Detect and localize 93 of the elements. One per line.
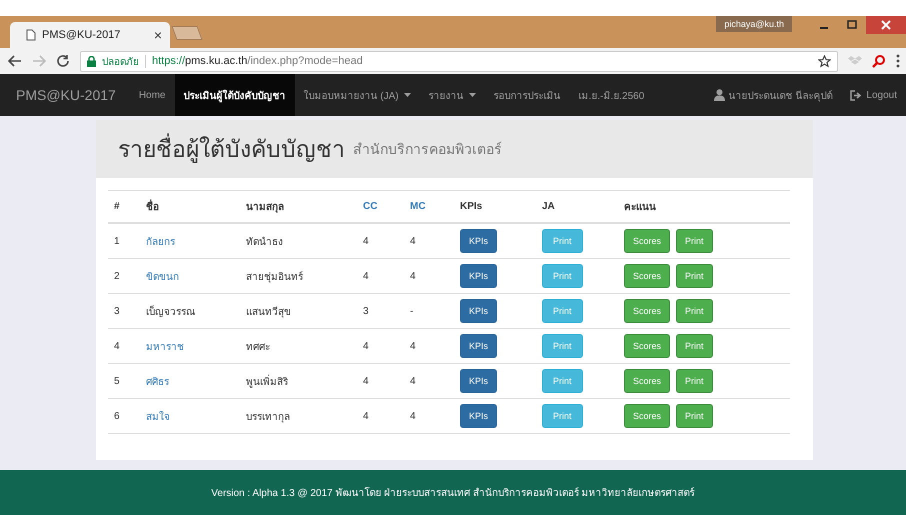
table-cell: 1 <box>108 223 140 258</box>
nav-item[interactable]: รายงาน <box>420 74 485 116</box>
caret-icon <box>404 93 411 97</box>
column-header[interactable]: MC <box>404 190 454 223</box>
table-cell: 6 <box>108 398 140 434</box>
table-cell: 4 <box>357 328 404 364</box>
table-cell: ทัดนำธง <box>240 223 357 258</box>
browser-tab[interactable]: PMS@KU-2017 × <box>10 22 170 48</box>
table-cell: 4 <box>357 223 404 258</box>
kpis-button[interactable]: KPIs <box>460 404 498 428</box>
print-button[interactable]: Print <box>542 404 583 428</box>
nav-item[interactable]: รอบการประเมิน <box>484 74 570 116</box>
nav-item[interactable]: เม.ย.-มิ.ย.2560 <box>570 74 654 116</box>
menu-icon[interactable] <box>896 54 900 68</box>
close-tab-button[interactable]: × <box>154 27 162 43</box>
print-button[interactable]: Print <box>676 334 713 358</box>
scores-button[interactable]: Scores <box>624 264 670 288</box>
print-button[interactable]: Print <box>676 229 713 253</box>
page-icon <box>26 29 36 41</box>
print-button[interactable]: Print <box>542 229 583 253</box>
table-cell: สายชุ่มอินทร์ <box>240 258 357 294</box>
page-title: รายชื่อผู้ใต้บังคับบัญชา <box>118 131 345 167</box>
column-header: KPIs <box>454 190 536 223</box>
kpis-button[interactable]: KPIs <box>460 334 498 358</box>
logout-link[interactable]: Logout <box>841 74 906 116</box>
back-icon[interactable] <box>8 54 22 68</box>
print-button[interactable]: Print <box>542 264 583 288</box>
logout-icon <box>850 90 862 100</box>
table-cell: 4 <box>404 328 454 364</box>
search-icon[interactable] <box>872 54 886 68</box>
table-cell: 5 <box>108 364 140 398</box>
page-subtitle: สำนักบริการคอมพิวเตอร์ <box>353 140 502 159</box>
table-cell: 4 <box>357 258 404 294</box>
name-cell: เบ็ญจวรรณ <box>140 294 240 328</box>
print-button[interactable]: Print <box>676 369 713 393</box>
scores-button[interactable]: Scores <box>624 369 670 393</box>
maximize-icon <box>847 20 857 30</box>
nav-item[interactable]: Home <box>130 74 174 116</box>
kpis-button[interactable]: KPIs <box>460 264 498 288</box>
address-bar[interactable]: ปลอดภัย https://pms.ku.ac.th/index.php?mode=head <box>80 50 838 72</box>
table-cell: 4 <box>404 258 454 294</box>
print-button[interactable]: Print <box>676 264 713 288</box>
print-button[interactable]: Print <box>542 299 583 323</box>
table-cell: 4 <box>404 364 454 398</box>
table-cell: 4 <box>357 364 404 398</box>
print-button[interactable]: Print <box>542 334 583 358</box>
scores-button[interactable]: Scores <box>624 404 670 428</box>
footer-text: Version : Alpha 1.3 @ 2017 พัฒนาโดย ฝ่ายระบบสารสนเทศ สำนักบริการคอมพิวเตอร์ มหาวิทยาลัยเกษตรศาสตร์ <box>211 486 695 500</box>
table-cell: แสนทวีสุข <box>240 294 357 328</box>
column-header: นามสกุล <box>240 190 357 223</box>
table-cell: 4 <box>404 398 454 434</box>
user-menu-link[interactable]: นายประดนเดช นีละคุปต์ <box>704 74 842 116</box>
name-cell[interactable]: ขิดขนก <box>140 258 240 294</box>
name-cell[interactable]: ศศิธร <box>140 364 240 398</box>
print-button[interactable]: Print <box>676 404 713 428</box>
kpis-button[interactable]: KPIs <box>460 229 498 253</box>
kpis-button[interactable]: KPIs <box>460 299 498 323</box>
column-header: ชื่อ <box>140 190 240 223</box>
table-cell: - <box>404 294 454 328</box>
scores-button[interactable]: Scores <box>624 334 670 358</box>
name-cell[interactable]: กัลยกร <box>140 223 240 258</box>
nav-item[interactable]: ประเมินผู้ใต้บังคับบัญชา <box>174 74 294 116</box>
print-button[interactable]: Print <box>676 299 713 323</box>
kpis-button[interactable]: KPIs <box>460 369 498 393</box>
star-icon[interactable] <box>818 54 831 68</box>
nav-item[interactable]: ใบมอบหมายงาน (JA) <box>294 74 420 116</box>
column-header: คะแนน <box>618 190 790 223</box>
lock-icon <box>87 56 96 66</box>
column-header: # <box>108 190 140 223</box>
table-cell: บรรเทากุล <box>240 398 357 434</box>
caret-icon <box>468 93 476 97</box>
table-cell: 2 <box>108 258 140 294</box>
table-cell: 3 <box>108 294 140 328</box>
table-cell: 3 <box>357 294 404 328</box>
table-cell: 4 <box>108 328 140 364</box>
table-cell: พูนเพิ่มสิริ <box>240 364 357 398</box>
table-cell: ทศศะ <box>240 328 357 364</box>
scores-button[interactable]: Scores <box>624 229 670 253</box>
brand-link[interactable]: PMS@KU-2017 <box>12 74 130 116</box>
print-button[interactable]: Print <box>542 369 583 393</box>
close-icon <box>881 20 891 30</box>
close-window-button[interactable] <box>866 16 906 34</box>
name-cell[interactable]: มหาราช <box>140 328 240 364</box>
reload-icon[interactable] <box>56 54 70 68</box>
user-icon <box>714 89 725 101</box>
scores-button[interactable]: Scores <box>624 299 670 323</box>
column-header: JA <box>536 190 618 223</box>
table-cell: 4 <box>404 223 454 258</box>
table-cell: 4 <box>357 398 404 434</box>
profile-badge[interactable]: pichaya@ku.th <box>716 16 792 32</box>
column-header[interactable]: CC <box>357 190 404 223</box>
minimize-icon <box>820 27 828 29</box>
name-cell[interactable]: สมใจ <box>140 398 240 434</box>
